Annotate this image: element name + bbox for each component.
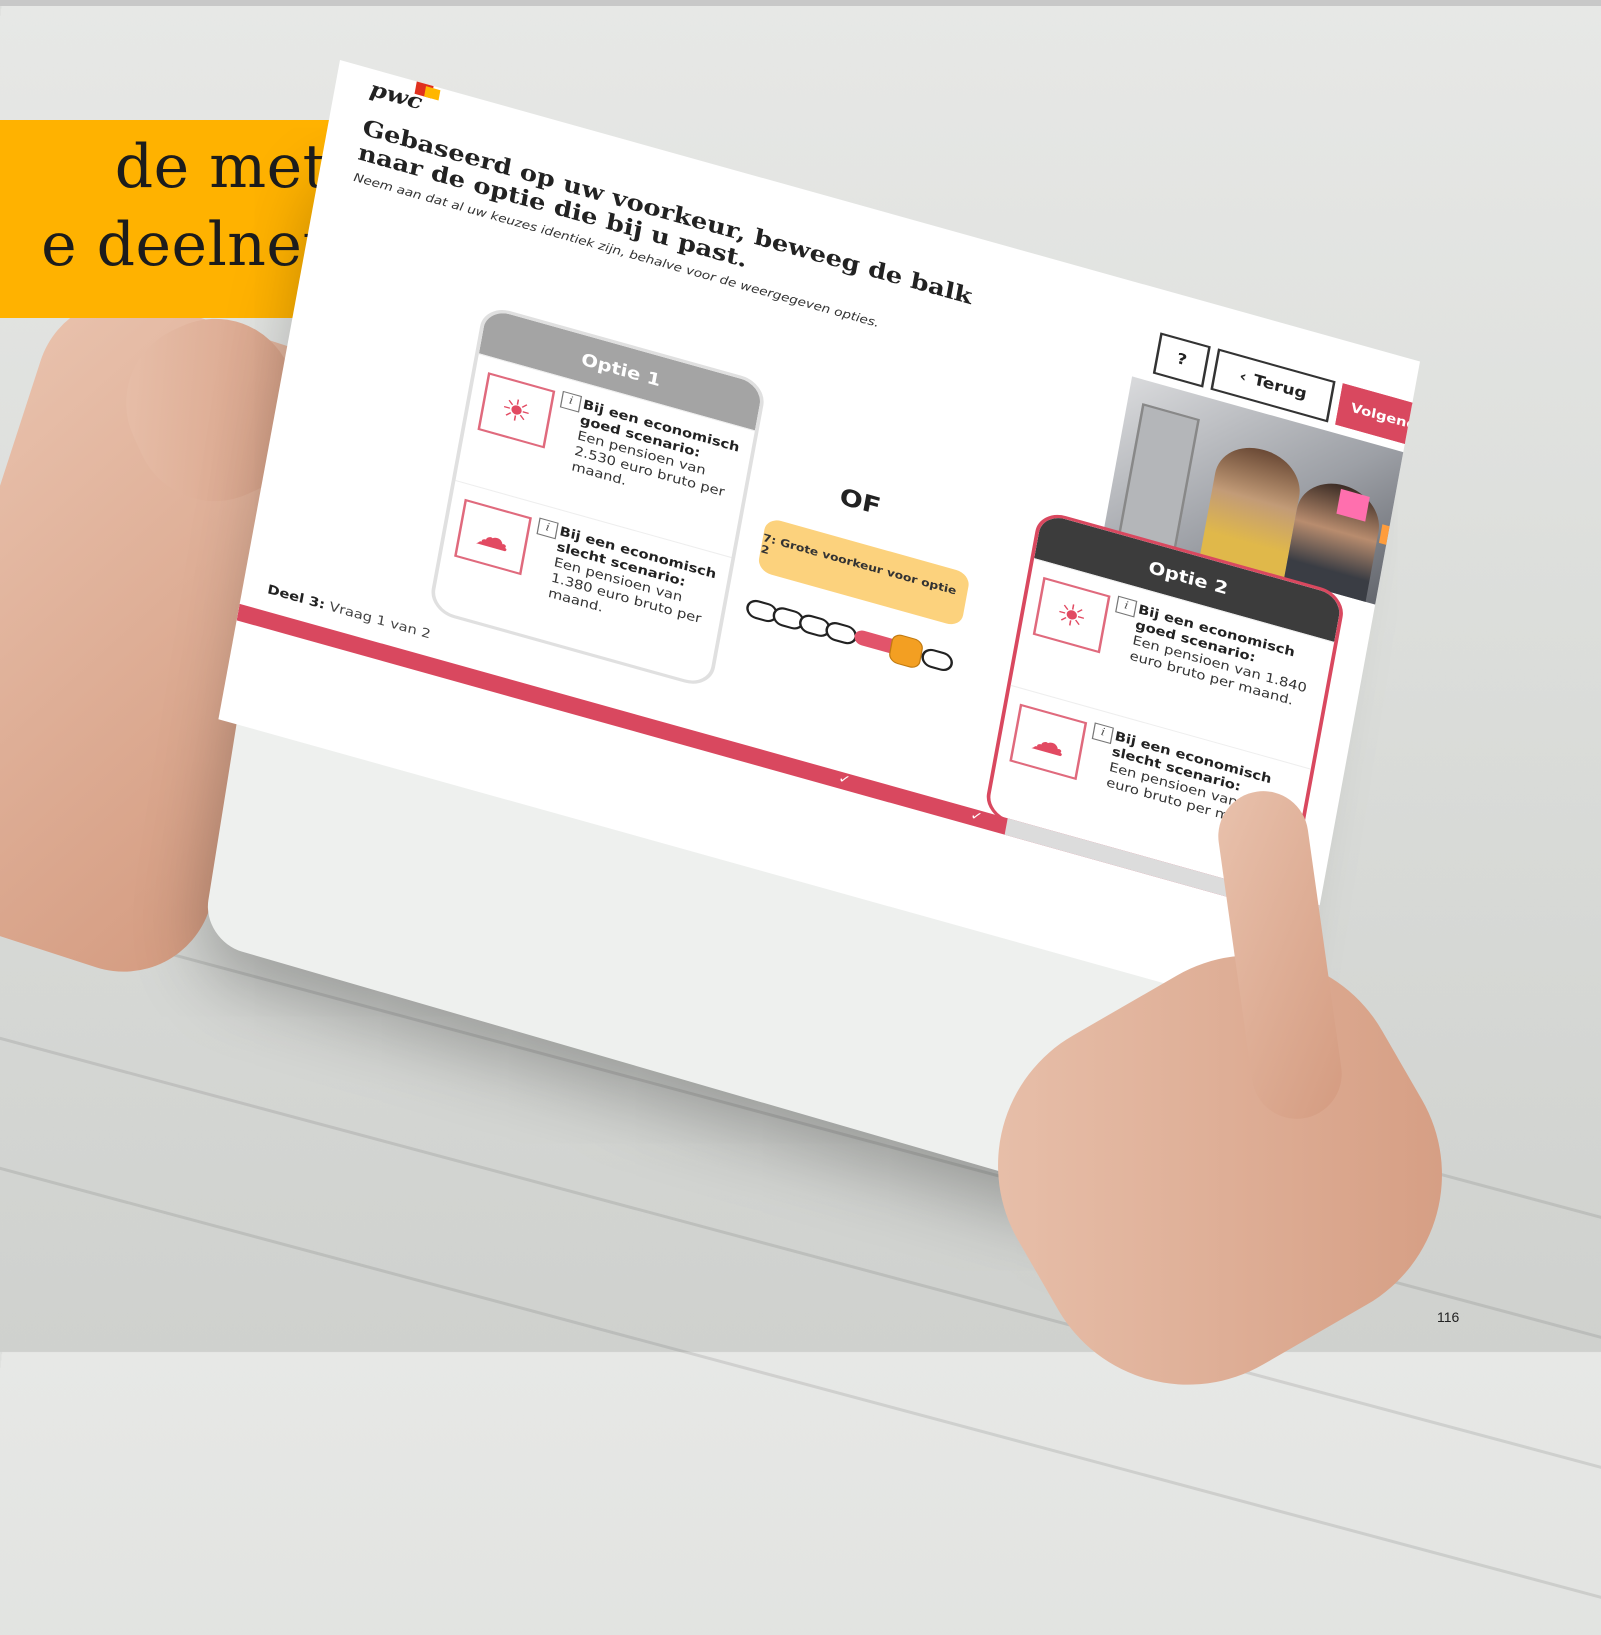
storm-cloud-icon: ☁: [454, 498, 532, 576]
check-icon: ✓: [837, 770, 852, 789]
option-1-card[interactable]: Optie 1 ☀ i Bij een economisch goed scen…: [427, 303, 768, 690]
slider-step[interactable]: [823, 619, 859, 647]
slider-step[interactable]: [919, 646, 955, 674]
check-icon: ✓: [969, 807, 984, 825]
progress-section: Deel 3:: [266, 581, 327, 613]
chevron-left-icon: ‹: [1237, 367, 1248, 387]
info-icon[interactable]: i: [559, 390, 583, 413]
help-button[interactable]: ?: [1152, 332, 1211, 388]
sticky-note: [1378, 524, 1402, 549]
next-button-label: Volgende: [1349, 400, 1420, 436]
page-number: 116: [1437, 1309, 1460, 1325]
info-icon[interactable]: i: [536, 517, 559, 540]
pwc-logo-mark: [424, 86, 441, 101]
back-button-label: Terug: [1252, 371, 1309, 404]
storm-cloud-icon: ☁: [1009, 703, 1088, 781]
slider-knob[interactable]: [887, 632, 925, 670]
sun-icon: ☀: [1032, 576, 1111, 654]
info-icon[interactable]: i: [1091, 722, 1114, 745]
sun-icon: ☀: [477, 372, 556, 449]
or-label: OF: [837, 483, 883, 522]
question-title: Gebaseerd op uw voorkeur, beweeg de balk…: [356, 113, 975, 310]
slide-top-bar: [0, 0, 1601, 6]
info-icon[interactable]: i: [1115, 595, 1138, 618]
